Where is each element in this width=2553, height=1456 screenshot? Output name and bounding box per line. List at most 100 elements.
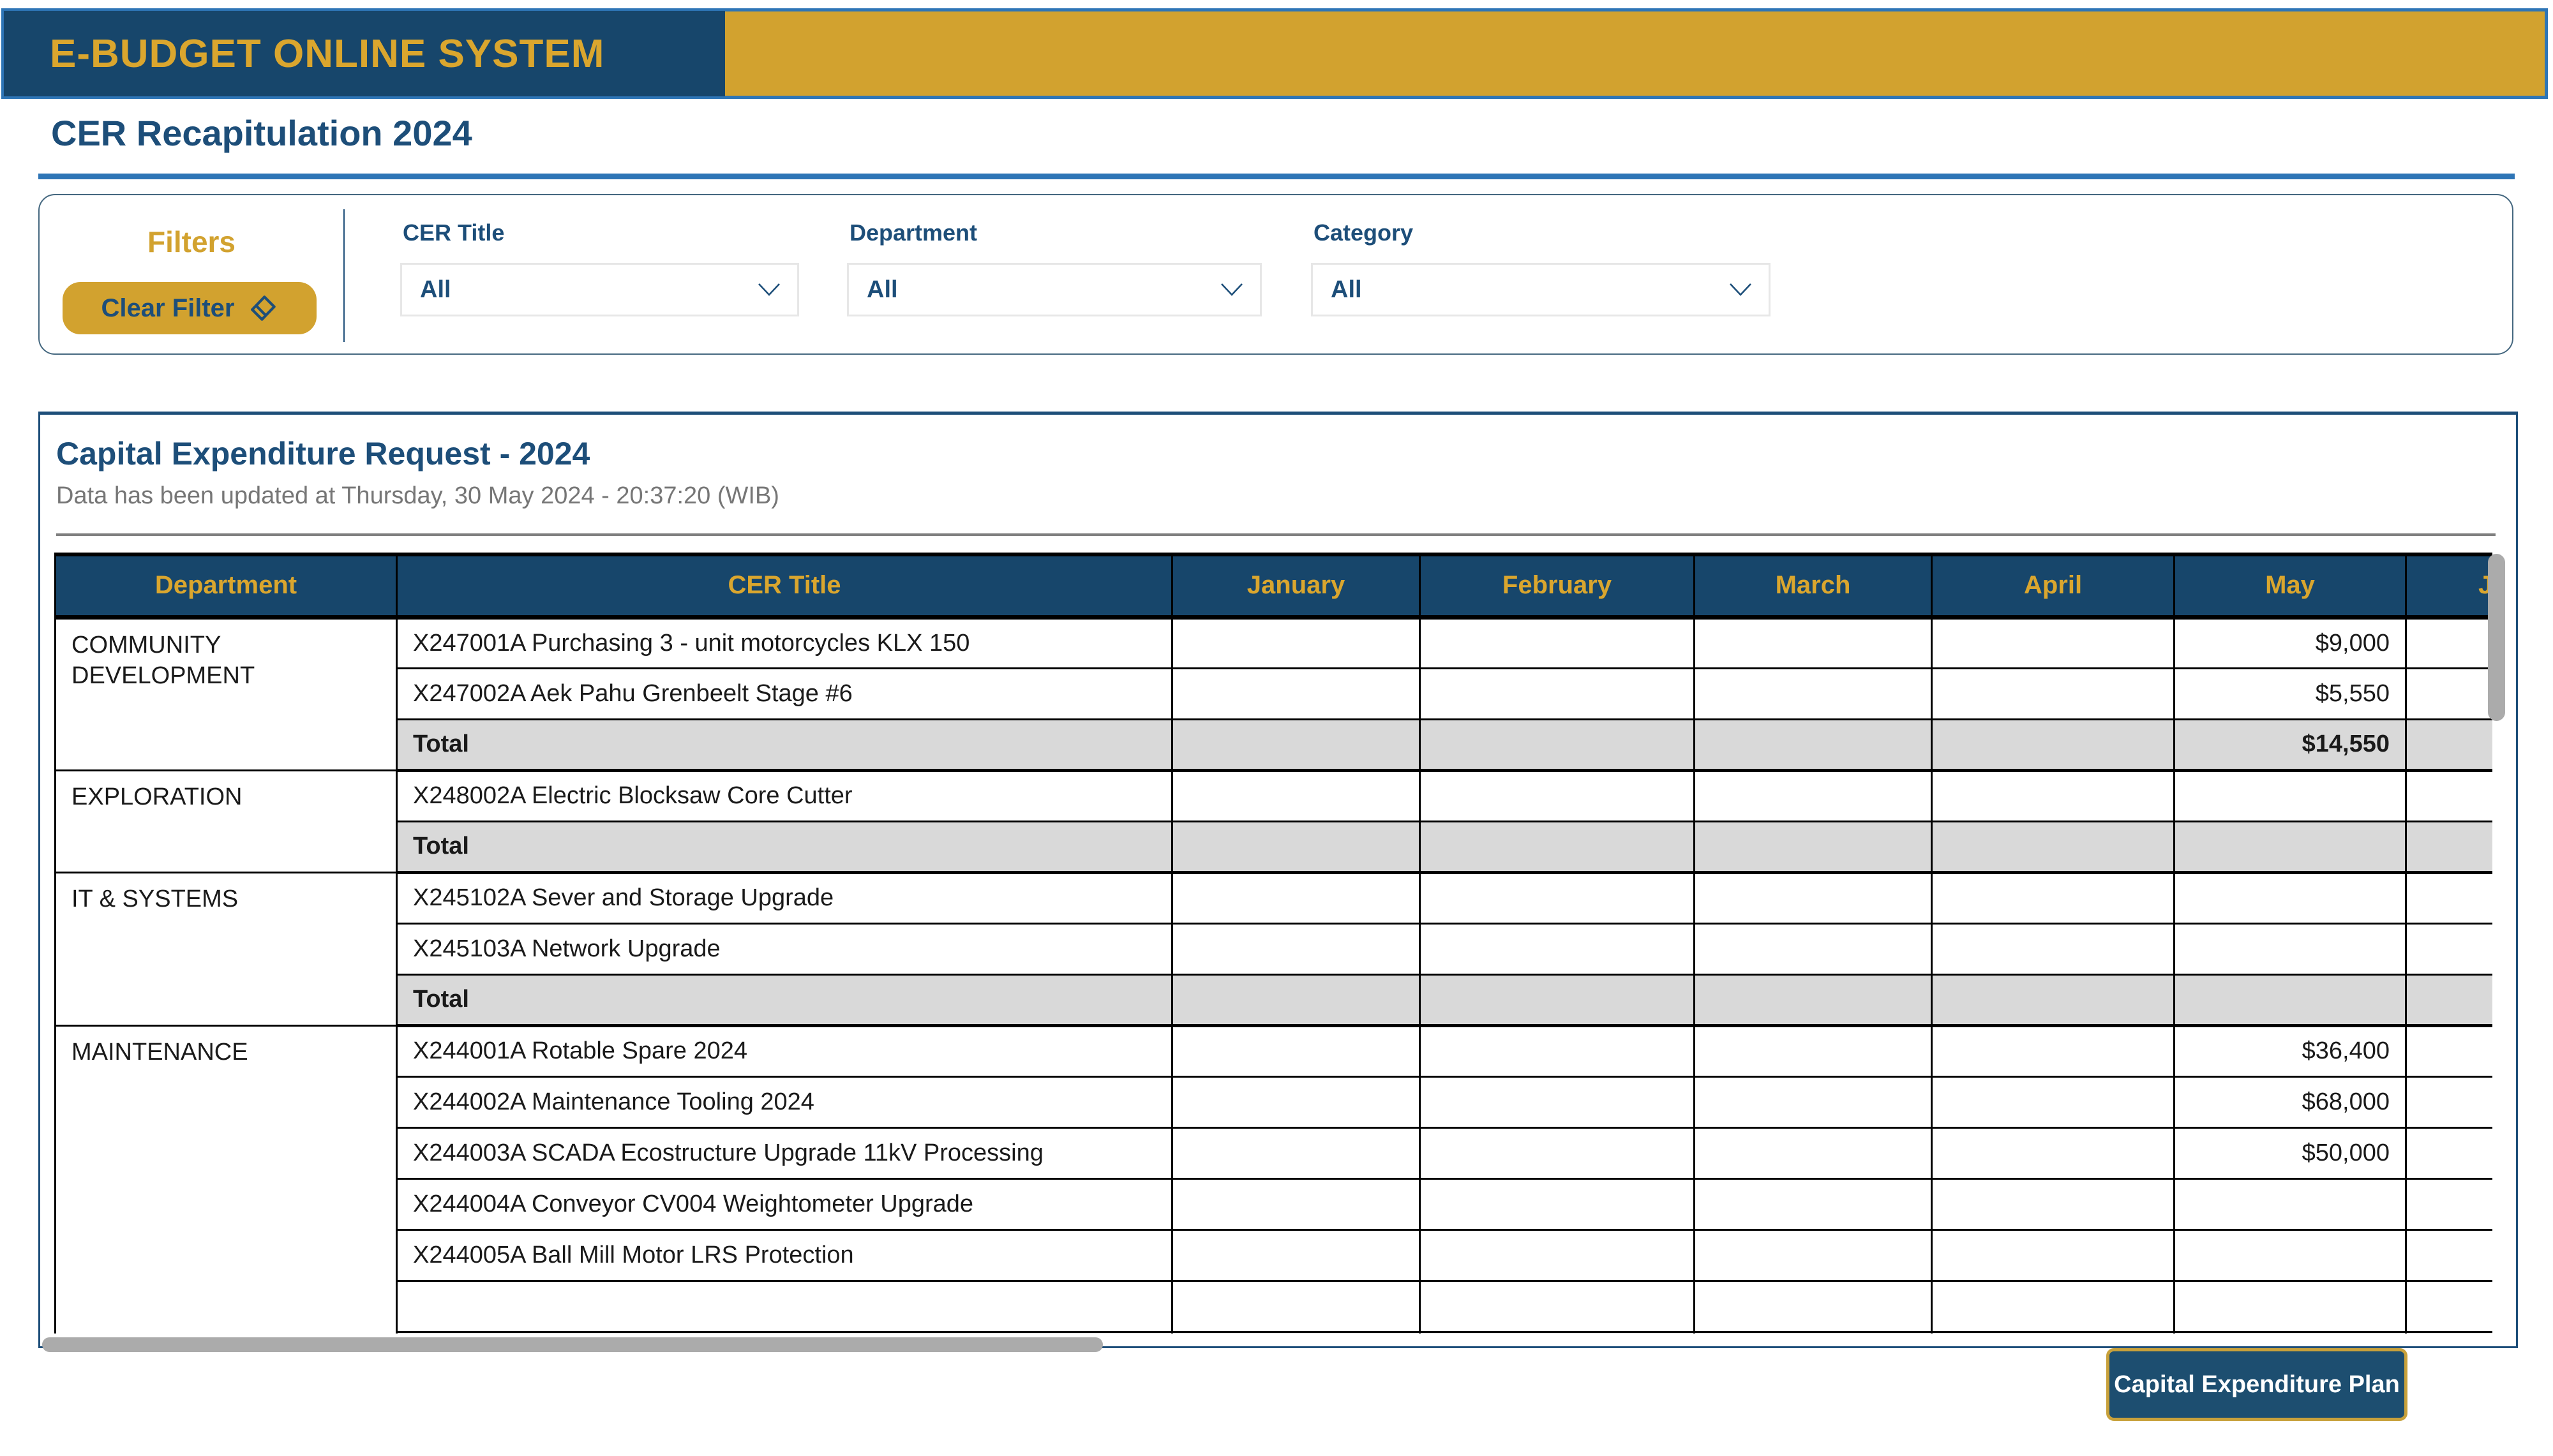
value-cell — [1420, 1076, 1695, 1127]
updated-timestamp: Data has been updated at Thursday, 30 Ma… — [56, 482, 779, 510]
column-header-cer-title: CER Title — [397, 554, 1172, 617]
value-cell — [2175, 1178, 2406, 1229]
total-label-cell: Total — [397, 974, 1172, 1025]
cer-title-filter-label: CER Title — [403, 219, 504, 246]
eraser-icon — [248, 293, 278, 323]
value-cell — [1695, 668, 1932, 719]
department-dropdown[interactable]: All — [847, 263, 1262, 316]
value-cell — [2406, 1127, 2493, 1178]
value-cell — [1932, 1025, 2175, 1076]
page-title: CER Recapitulation 2024 — [51, 112, 472, 154]
column-header-june: June — [2406, 554, 2493, 617]
value-cell — [1695, 872, 1932, 923]
app-title: E-BUDGET ONLINE SYSTEM — [50, 31, 604, 77]
table-row: X247002A Aek Pahu Grenbeelt Stage #6 $5,5… — [56, 668, 2493, 719]
value-cell: $50,000 — [2175, 1127, 2406, 1178]
department-cell: MAINTENANCE — [56, 1025, 397, 1333]
table-row: EXPLORATIONX248002A Electric Blocksaw Co… — [56, 770, 2493, 821]
cer-table-viewport: DepartmentCER TitleJanuaryFebruaryMarchA… — [54, 553, 2492, 1333]
total-value-cell — [1172, 719, 1420, 770]
category-dropdown-value: All — [1313, 276, 1362, 304]
total-value-cell — [1932, 1332, 2175, 1333]
cer-title-cell: X244002A Maintenance Tooling 2024 — [397, 1076, 1172, 1127]
value-cell — [1172, 770, 1420, 821]
value-cell — [1695, 1178, 1932, 1229]
value-cell — [1932, 1281, 2175, 1332]
total-value-cell — [1172, 821, 1420, 872]
value-cell — [1420, 1281, 1695, 1332]
total-row: Total — [56, 1332, 2493, 1333]
filters-panel: Filters Clear Filter CER Title All Depar… — [38, 194, 2513, 355]
cer-title-cell: X245103A Network Upgrade — [397, 923, 1172, 974]
total-value-cell — [1932, 719, 2175, 770]
value-cell — [2406, 923, 2493, 974]
value-cell — [1420, 1229, 1695, 1281]
app-header: E-BUDGET ONLINE SYSTEM — [1, 8, 2548, 99]
total-value-cell — [1932, 821, 2175, 872]
value-cell — [2406, 1281, 2493, 1332]
filters-panel-title: Filters — [40, 225, 343, 259]
total-value-cell — [1420, 974, 1695, 1025]
value-cell — [2406, 1178, 2493, 1229]
value-cell — [2175, 1229, 2406, 1281]
value-cell — [1695, 1076, 1932, 1127]
value-cell — [2175, 923, 2406, 974]
cer-title-cell: X244003A SCADA Ecostructure Upgrade 11kV… — [397, 1127, 1172, 1178]
report-divider — [56, 533, 2496, 536]
total-value-cell — [1420, 1332, 1695, 1333]
value-cell — [1932, 770, 2175, 821]
total-row: Total — [56, 974, 2493, 1025]
report-card: Capital Expenditure Request - 2024 Data … — [38, 412, 2518, 1348]
value-cell — [1420, 668, 1695, 719]
value-cell — [1695, 1025, 1932, 1076]
value-cell: $68,000 — [2175, 1076, 2406, 1127]
cer-table: DepartmentCER TitleJanuaryFebruaryMarchA… — [54, 553, 2492, 1333]
total-value-cell — [1420, 821, 1695, 872]
total-value-cell — [1420, 719, 1695, 770]
value-cell — [1420, 1178, 1695, 1229]
value-cell — [2175, 872, 2406, 923]
chevron-down-icon — [758, 283, 781, 297]
table-row: X244003A SCADA Ecostructure Upgrade 11kV… — [56, 1127, 2493, 1178]
value-cell — [1420, 1127, 1695, 1178]
horizontal-scrollbar[interactable] — [42, 1337, 1103, 1352]
total-value-cell — [2175, 1332, 2406, 1333]
value-cell — [1172, 872, 1420, 923]
clear-filter-button[interactable]: Clear Filter — [63, 282, 317, 334]
total-value-cell — [2406, 821, 2493, 872]
total-value-cell — [2406, 719, 2493, 770]
value-cell — [2406, 668, 2493, 719]
total-value-cell — [2406, 974, 2493, 1025]
total-value-cell — [2406, 1332, 2493, 1333]
category-dropdown[interactable]: All — [1311, 263, 1771, 316]
table-row: MAINTENANCEX244001A Rotable Spare 2024$3… — [56, 1025, 2493, 1076]
total-label-cell: Total — [397, 719, 1172, 770]
cer-title-dropdown[interactable]: All — [400, 263, 799, 316]
value-cell — [1172, 1281, 1420, 1332]
department-cell: COMMUNITY DEVELOPMENT — [56, 617, 397, 770]
column-header-department: Department — [56, 554, 397, 617]
table-row: IT & SYSTEMSX245102A Sever and Storage U… — [56, 872, 2493, 923]
cer-title-dropdown-value: All — [402, 276, 451, 304]
clear-filter-label: Clear Filter — [101, 294, 235, 323]
cer-title-cell — [397, 1281, 1172, 1332]
value-cell — [1932, 1178, 2175, 1229]
column-header-april: April — [1932, 554, 2175, 617]
value-cell — [1172, 1076, 1420, 1127]
capital-expenditure-plan-button[interactable]: Capital Expenditure Plan — [2106, 1348, 2407, 1421]
value-cell: $9,000 — [2175, 617, 2406, 668]
value-cell — [1695, 770, 1932, 821]
cer-title-cell: X247002A Aek Pahu Grenbeelt Stage #6 — [397, 668, 1172, 719]
vertical-scrollbar[interactable] — [2488, 554, 2505, 721]
value-cell — [1420, 1025, 1695, 1076]
value-cell — [1420, 617, 1695, 668]
value-cell — [1172, 1229, 1420, 1281]
cer-title-cell: X247001A Purchasing 3 - unit motorcycles… — [397, 617, 1172, 668]
value-cell — [1695, 617, 1932, 668]
table-row: X244004A Conveyor CV004 Weightometer Upg… — [56, 1178, 2493, 1229]
table-row: X245103A Network Upgrade — [56, 923, 2493, 974]
table-row: X244002A Maintenance Tooling 2024 $68,000 — [56, 1076, 2493, 1127]
value-cell: $5,550 — [2175, 668, 2406, 719]
value-cell — [2406, 1076, 2493, 1127]
department-cell: IT & SYSTEMS — [56, 872, 397, 1025]
